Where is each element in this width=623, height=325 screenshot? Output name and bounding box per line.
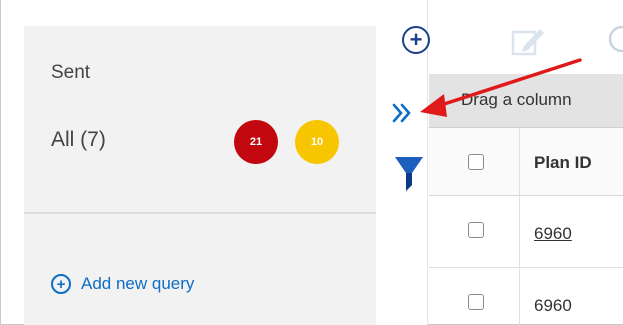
- table-row: 6960: [429, 268, 623, 325]
- plan-id-cell: 6960: [534, 296, 572, 315]
- add-circle-icon: +: [51, 274, 71, 294]
- row-checkbox[interactable]: [468, 222, 484, 238]
- count-badge-yellow: 10: [295, 120, 339, 164]
- add-new-query-label: Add new query: [81, 274, 195, 293]
- panel-divider: [24, 212, 376, 214]
- filter-icon[interactable]: [394, 155, 424, 195]
- queries-panel: Sent All (7) 21 10 + Add new query: [24, 26, 376, 325]
- column-header-plan-id[interactable]: Plan ID: [534, 153, 592, 173]
- plan-id-link[interactable]: 6960: [534, 224, 572, 244]
- grid-header-row: Plan ID: [429, 128, 623, 196]
- plans-grid: Drag a column Plan ID 6960 6960: [429, 74, 623, 325]
- count-badge-red: 21: [234, 120, 278, 164]
- expand-chevrons-icon[interactable]: [390, 100, 416, 126]
- partial-icon[interactable]: [598, 22, 623, 56]
- query-sent[interactable]: Sent: [51, 62, 90, 84]
- add-new-query-button[interactable]: + Add new query: [51, 274, 194, 294]
- query-all[interactable]: All (7): [51, 128, 106, 152]
- column-separator: [519, 128, 520, 325]
- group-hint-text: Drag a column: [461, 90, 572, 109]
- row-checkbox[interactable]: [468, 294, 484, 310]
- table-row: 6960: [429, 196, 623, 268]
- edit-icon[interactable]: [510, 24, 546, 58]
- add-circle-icon[interactable]: +: [402, 26, 430, 54]
- select-all-checkbox[interactable]: [468, 154, 484, 170]
- group-by-bar[interactable]: Drag a column: [429, 74, 623, 128]
